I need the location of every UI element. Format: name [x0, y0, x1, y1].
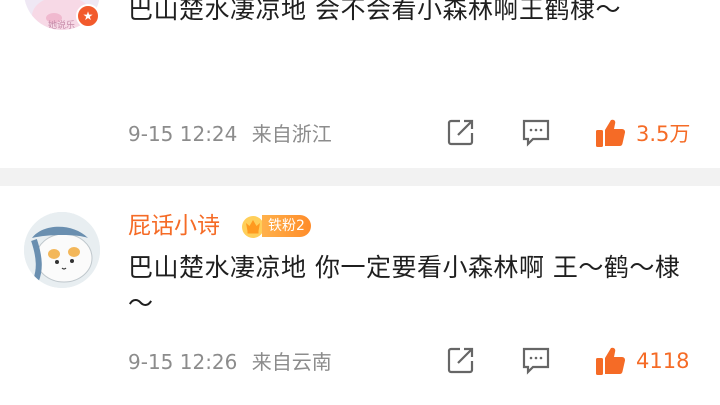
- comment-meta: 9-15 12:24 来自浙江: [128, 119, 340, 149]
- avatar[interactable]: [24, 212, 100, 288]
- like-count: 3.5万: [636, 122, 691, 146]
- reply-button[interactable]: [520, 117, 552, 147]
- like-count: 4118: [636, 349, 690, 373]
- section-divider: [0, 168, 720, 186]
- share-icon: [447, 347, 474, 374]
- reply-button[interactable]: [520, 345, 552, 375]
- share-button[interactable]: [446, 345, 476, 375]
- comment-date: 9-15 12:26: [128, 350, 238, 374]
- share-icon: [447, 119, 474, 146]
- thumbs-up-icon: [596, 119, 626, 147]
- like-button[interactable]: 3.5万: [594, 117, 690, 149]
- svg-text:她说乐: 她说乐: [48, 19, 75, 30]
- comment-location: 来自云南: [251, 350, 332, 374]
- comment-content: 巴山楚水凄凉地 你一定要看小森林啊 王～鹤～棣～: [128, 253, 681, 318]
- verified-badge-icon: ★: [76, 4, 100, 28]
- fan-badge-label: 铁粉2: [262, 215, 311, 237]
- comment-icon: [522, 119, 550, 147]
- comment-meta: 9-15 12:26 来自云南: [128, 347, 340, 377]
- fan-badge: 铁粉2: [240, 212, 311, 240]
- comment-location: 来自浙江: [251, 122, 332, 146]
- username[interactable]: 屁话小诗: [128, 208, 220, 244]
- comment-icon: [522, 347, 550, 375]
- comment-item: 她说乐 ★ 巴山楚水凄凉地 会不会看小森林啊王鹤棣～ 9-15 12:24 来自…: [0, 0, 720, 168]
- share-button[interactable]: [446, 117, 476, 147]
- comment-date: 9-15 12:24: [128, 122, 238, 146]
- like-button[interactable]: 4118: [594, 345, 689, 377]
- thumbs-up-icon: [596, 347, 626, 375]
- comment-content: 巴山楚水凄凉地 会不会看小森林啊王鹤棣～: [128, 0, 621, 24]
